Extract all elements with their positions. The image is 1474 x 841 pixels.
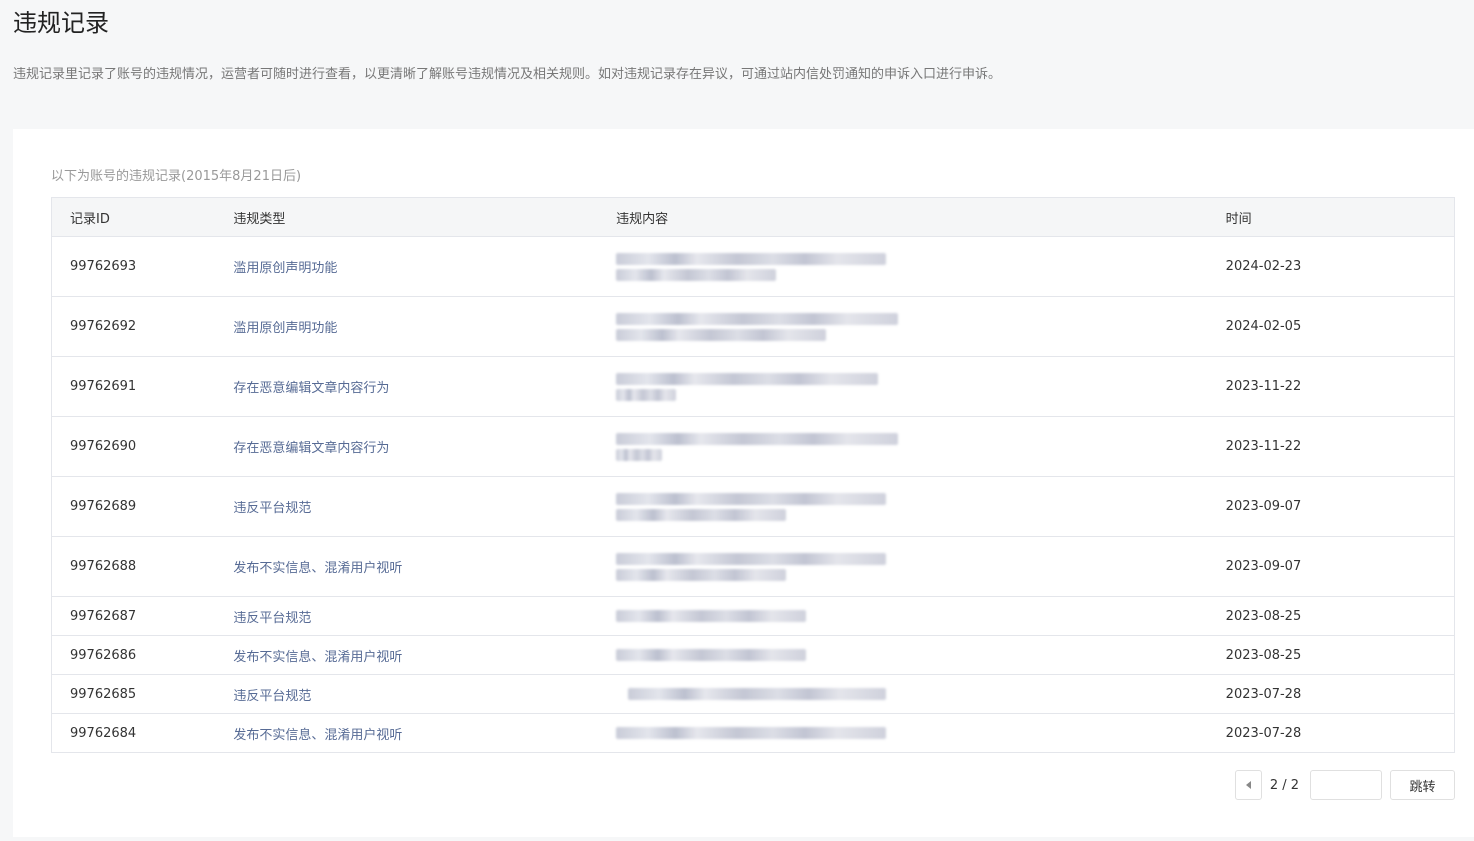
prev-page-button[interactable] [1234, 770, 1262, 800]
violation-type-link[interactable]: 发布不实信息、混淆用户视听 [233, 536, 617, 597]
record-id: 99762687 [51, 596, 234, 636]
redacted-content [616, 312, 906, 341]
record-time: 2023-07-28 [1225, 725, 1302, 741]
record-id: 99762686 [51, 635, 234, 675]
redacted-content [616, 649, 906, 661]
record-time: 2023-07-28 [1225, 674, 1455, 714]
table-row: 99762693 滥用原创声明功能 2024-02-23 [51, 236, 1455, 297]
violation-type-link[interactable]: 违反平台规范 [233, 476, 617, 537]
table-row: 99762688 发布不实信息、混淆用户视听 2023-09-07 [51, 536, 1455, 597]
violation-type-label[interactable]: 违反平台规范 [233, 611, 311, 626]
record-id: 99762684 [70, 725, 137, 741]
table-row: 99762692 滥用原创声明功能 2024-02-05 [51, 296, 1455, 357]
record-id: 99762692 [51, 296, 234, 357]
record-id: 99762688 [51, 536, 234, 597]
record-time: 2023-11-22 [1225, 356, 1455, 417]
violation-type-link[interactable]: 发布不实信息、混淆用户视听 [233, 714, 616, 753]
table-row: 99762686 发布不实信息、混淆用户视听 2023-08-25 [51, 635, 1455, 675]
violation-content-redacted [616, 596, 1226, 636]
redacted-content [616, 492, 906, 521]
record-time: 2024-02-05 [1225, 296, 1455, 357]
violation-content-redacted [616, 416, 1226, 477]
jump-button[interactable]: 跳转 [1390, 770, 1455, 800]
record-id: 99762691 [51, 356, 234, 417]
redacted-content [616, 252, 906, 281]
violation-type-label[interactable]: 发布不实信息、混淆用户视听 [233, 561, 402, 576]
violation-type-label[interactable]: 违反平台规范 [233, 501, 311, 516]
record-id: 99762693 [51, 236, 234, 297]
column-header-id: 记录ID [51, 197, 234, 237]
violation-type-label[interactable]: 存在恶意编辑文章内容行为 [233, 381, 389, 396]
violation-type-link[interactable]: 发布不实信息、混淆用户视听 [233, 635, 617, 675]
table-header-row: 记录ID 违规类型 违规内容 时间 [51, 197, 1455, 237]
record-time: 2023-11-22 [1225, 416, 1455, 477]
record-time: 2024-02-23 [1225, 236, 1455, 297]
table-row: 99762689 违反平台规范 2023-09-07 [51, 476, 1455, 537]
table-row: 99762684 发布不实信息、混淆用户视听 2023-07-28 [52, 714, 1455, 753]
violation-type-link[interactable]: 滥用原创声明功能 [233, 296, 617, 357]
record-id: 99762690 [51, 416, 234, 477]
violation-type-link[interactable]: 违反平台规范 [233, 674, 617, 714]
table-row: 99762691 存在恶意编辑文章内容行为 2023-11-22 [51, 356, 1455, 417]
page-jump-input[interactable] [1310, 770, 1382, 800]
violation-type-link[interactable]: 存在恶意编辑文章内容行为 [233, 356, 617, 417]
page-title: 违规记录 [13, 9, 109, 37]
violation-type-label[interactable]: 违反平台规范 [233, 689, 311, 704]
redacted-content [616, 372, 906, 401]
redacted-content [616, 432, 906, 461]
table-caption: 以下为账号的违规记录(2015年8月21日后) [51, 169, 302, 184]
column-header-time: 时间 [1225, 197, 1455, 237]
redacted-content [616, 552, 906, 581]
violation-type-link[interactable]: 存在恶意编辑文章内容行为 [233, 416, 617, 477]
page-description: 违规记录里记录了账号的违规情况，运营者可随时进行查看，以更清晰了解账号违规情况及… [13, 67, 1002, 82]
table-row: 99762685 违反平台规范 2023-07-28 [51, 674, 1455, 714]
violation-type-link[interactable]: 违反平台规范 [233, 596, 617, 636]
violation-type-link[interactable]: 滥用原创声明功能 [233, 236, 617, 297]
violation-type-label[interactable]: 滥用原创声明功能 [233, 321, 337, 336]
redacted-content [616, 610, 906, 622]
column-header-type: 违规类型 [233, 197, 617, 237]
violation-type-label[interactable]: 存在恶意编辑文章内容行为 [233, 441, 389, 456]
violation-content-redacted [616, 296, 1226, 357]
table-row: 99762690 存在恶意编辑文章内容行为 2023-11-22 [51, 416, 1455, 477]
violation-content-redacted [616, 536, 1226, 597]
violation-type-label[interactable]: 发布不实信息、混淆用户视听 [233, 650, 402, 665]
violation-content-redacted [616, 356, 1226, 417]
record-time: 2023-09-07 [1225, 536, 1455, 597]
violation-type-label[interactable]: 滥用原创声明功能 [233, 261, 337, 276]
violation-content-redacted [616, 476, 1226, 537]
violation-content-redacted [616, 236, 1226, 297]
violation-content-redacted [616, 635, 1226, 675]
page-indicator: 2 / 2 [1269, 777, 1299, 793]
violation-type-label[interactable]: 发布不实信息、混淆用户视听 [233, 728, 402, 743]
record-id: 99762689 [51, 476, 234, 537]
records-panel: 以下为账号的违规记录(2015年8月21日后) 记录ID 违规类型 违规内容 时… [13, 129, 1474, 837]
record-time: 2023-08-25 [1225, 635, 1455, 675]
record-time: 2023-08-25 [1225, 596, 1455, 636]
violation-content-redacted [616, 714, 1226, 753]
redacted-content [616, 688, 906, 700]
pagination: 2 / 2 跳转 [1234, 770, 1455, 800]
record-time: 2023-09-07 [1225, 476, 1455, 537]
column-header-content: 违规内容 [616, 197, 1226, 237]
violation-records-table: 记录ID 违规类型 违规内容 时间 99762693 滥用原创声明功能 2024… [51, 197, 1455, 753]
violation-content-redacted [616, 674, 1226, 714]
chevron-left-icon [1245, 781, 1251, 789]
redacted-content [616, 727, 906, 739]
record-id: 99762685 [51, 674, 234, 714]
table-row: 99762687 违反平台规范 2023-08-25 [51, 596, 1455, 636]
